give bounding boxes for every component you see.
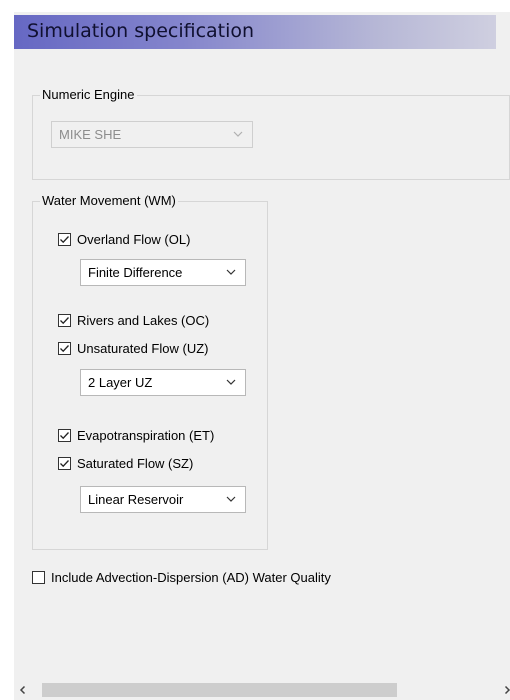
checkmark-icon bbox=[60, 236, 69, 244]
unsaturated-flow-method-select[interactable]: 2 Layer UZ bbox=[80, 369, 246, 396]
checkmark-icon bbox=[60, 317, 69, 325]
unsaturated-flow-checkbox[interactable] bbox=[58, 342, 71, 355]
chevron-down-icon bbox=[233, 131, 243, 137]
saturated-flow-label: Saturated Flow (SZ) bbox=[77, 456, 194, 471]
checkmark-icon bbox=[60, 345, 69, 353]
scroll-left-arrow-icon[interactable] bbox=[18, 685, 28, 695]
checkmark-icon bbox=[60, 432, 69, 440]
overland-flow-label: Overland Flow (OL) bbox=[77, 232, 191, 247]
saturated-flow-method-select[interactable]: Linear Reservoir bbox=[80, 486, 246, 513]
advection-dispersion-label: Include Advection-Dispersion (AD) Water … bbox=[51, 570, 331, 585]
checkmark-icon bbox=[60, 460, 69, 468]
scrollbar-thumb[interactable] bbox=[42, 683, 397, 697]
numeric-engine-select[interactable]: MIKE SHE bbox=[51, 121, 253, 148]
horizontal-scrollbar[interactable] bbox=[14, 680, 510, 700]
rivers-lakes-checkbox[interactable] bbox=[58, 314, 71, 327]
scroll-right-arrow-icon[interactable] bbox=[502, 685, 510, 695]
saturated-flow-method-value: Linear Reservoir bbox=[88, 492, 184, 507]
chevron-down-icon bbox=[226, 496, 236, 502]
chevron-down-icon bbox=[226, 269, 236, 275]
water-movement-legend: Water Movement (WM) bbox=[40, 193, 178, 208]
advection-dispersion-checkbox[interactable] bbox=[32, 571, 45, 584]
numeric-engine-legend: Numeric Engine bbox=[40, 87, 137, 102]
overland-flow-checkbox[interactable] bbox=[58, 233, 71, 246]
overland-flow-method-value: Finite Difference bbox=[88, 265, 183, 280]
rivers-lakes-label: Rivers and Lakes (OC) bbox=[77, 313, 210, 328]
unsaturated-flow-method-value: 2 Layer UZ bbox=[88, 375, 153, 390]
page-title: Simulation specification bbox=[27, 20, 255, 42]
saturated-flow-checkbox[interactable] bbox=[58, 457, 71, 470]
evapotranspiration-checkbox[interactable] bbox=[58, 429, 71, 442]
evapotranspiration-label: Evapotranspiration (ET) bbox=[77, 428, 215, 443]
unsaturated-flow-label: Unsaturated Flow (UZ) bbox=[77, 341, 209, 356]
numeric-engine-value: MIKE SHE bbox=[59, 127, 122, 142]
chevron-down-icon bbox=[226, 379, 236, 385]
overland-flow-method-select[interactable]: Finite Difference bbox=[80, 259, 246, 286]
title-bar: Simulation specification bbox=[14, 15, 496, 49]
